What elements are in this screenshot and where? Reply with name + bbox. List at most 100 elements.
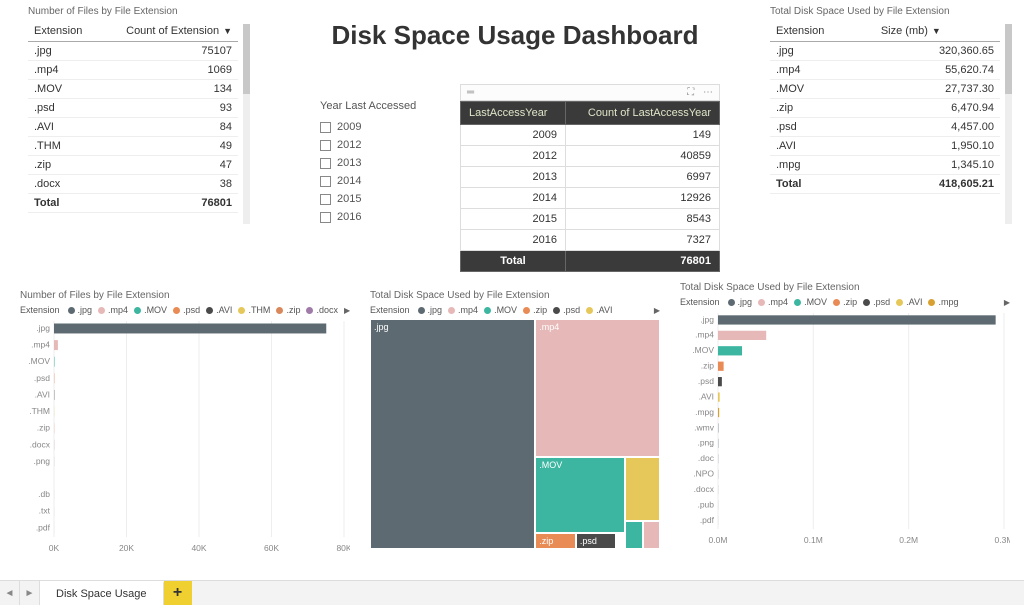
- legend-item[interactable]: .mp4: [98, 305, 128, 315]
- col-extension[interactable]: Extension: [28, 21, 99, 42]
- legend-item[interactable]: .AVI: [586, 305, 612, 315]
- checkbox[interactable]: [320, 158, 331, 169]
- tab-nav-prev[interactable]: ◄: [0, 581, 20, 605]
- checkbox[interactable]: [320, 140, 331, 151]
- svg-text:.docx: .docx: [30, 439, 51, 449]
- svg-text:40K: 40K: [191, 543, 206, 553]
- col-extension[interactable]: Extension: [770, 21, 875, 42]
- diskspace-by-extension-table[interactable]: Total Disk Space Used by File Extension …: [770, 6, 1000, 194]
- legend-item[interactable]: .mpg: [928, 297, 958, 307]
- table-row[interactable]: .THM49: [28, 137, 238, 156]
- table-row[interactable]: 201240859: [461, 146, 720, 167]
- legend-item[interactable]: .AVI: [896, 297, 922, 307]
- legend-item[interactable]: .AVI: [206, 305, 232, 315]
- scrollbar[interactable]: [1005, 24, 1012, 224]
- checkbox[interactable]: [320, 176, 331, 187]
- legend-item[interactable]: .zip: [833, 297, 857, 307]
- legend-scroll-right-icon[interactable]: ▶: [344, 306, 350, 315]
- legend-item[interactable]: .zip: [523, 305, 547, 315]
- svg-text:80K: 80K: [336, 543, 350, 553]
- add-tab-button[interactable]: +: [164, 581, 192, 605]
- total-label: Total: [770, 175, 875, 194]
- year-access-table[interactable]: ═ ⛶ ⋯ LastAccessYear Count of LastAccess…: [460, 84, 720, 272]
- files-by-extension-table[interactable]: Number of Files by File Extension Extens…: [28, 6, 238, 213]
- slicer-item[interactable]: 2014: [320, 172, 450, 190]
- table-row[interactable]: 20167327: [461, 230, 720, 251]
- diskspace-treemap[interactable]: Total Disk Space Used by File Extension …: [370, 290, 660, 549]
- total-value: 76801: [99, 194, 238, 213]
- table-row[interactable]: .MOV27,737.30: [770, 80, 1000, 99]
- files-by-extension-barchart[interactable]: Number of Files by File Extension Extens…: [20, 290, 350, 558]
- treemap-cell[interactable]: .mp4: [535, 319, 660, 457]
- legend-item[interactable]: .psd: [553, 305, 580, 315]
- tab-nav-next[interactable]: ►: [20, 581, 40, 605]
- svg-text:.mpg: .mpg: [695, 407, 714, 417]
- treemap-cell[interactable]: .jpg: [370, 319, 535, 549]
- table-row[interactable]: .AVI1,950.10: [770, 137, 1000, 156]
- diskspace-by-extension-barchart[interactable]: Total Disk Space Used by File Extension …: [680, 282, 1010, 550]
- table-row[interactable]: .zip6,470.94: [770, 99, 1000, 118]
- col-count-lastaccessyear[interactable]: Count of LastAccessYear: [565, 102, 719, 125]
- table-row[interactable]: .mp455,620.74: [770, 61, 1000, 80]
- slicer-item[interactable]: 2013: [320, 154, 450, 172]
- drag-handle-icon[interactable]: ═: [467, 87, 474, 98]
- table-row[interactable]: .psd4,457.00: [770, 118, 1000, 137]
- table-row[interactable]: .jpg320,360.65: [770, 42, 1000, 61]
- legend-item[interactable]: .docx: [306, 305, 338, 315]
- legend-item[interactable]: .jpg: [728, 297, 753, 307]
- table-row[interactable]: .mpg1,345.10: [770, 156, 1000, 175]
- svg-text:.db: .db: [38, 489, 50, 499]
- col-lastaccessyear[interactable]: LastAccessYear: [461, 102, 566, 125]
- svg-text:.png: .png: [33, 456, 50, 466]
- treemap-cell[interactable]: .psd: [576, 533, 617, 549]
- treemap-cell[interactable]: .zip: [535, 533, 576, 549]
- table-row[interactable]: .zip47: [28, 156, 238, 175]
- slicer-item[interactable]: 2016: [320, 208, 450, 226]
- table-row[interactable]: .jpg75107: [28, 42, 238, 61]
- checkbox[interactable]: [320, 194, 331, 205]
- legend-item[interactable]: .psd: [863, 297, 890, 307]
- legend-item[interactable]: .mp4: [758, 297, 788, 307]
- table-row[interactable]: 20158543: [461, 209, 720, 230]
- table-row[interactable]: .psd93: [28, 99, 238, 118]
- table-row[interactable]: 201412926: [461, 188, 720, 209]
- table-row[interactable]: 20136997: [461, 167, 720, 188]
- checkbox[interactable]: [320, 122, 331, 133]
- table-row[interactable]: .docx38: [28, 175, 238, 194]
- checkbox[interactable]: [320, 212, 331, 223]
- treemap-cell[interactable]: .MOV: [535, 457, 625, 533]
- legend-scroll-right-icon[interactable]: ▶: [1004, 298, 1010, 307]
- table-row[interactable]: 2009149: [461, 125, 720, 146]
- legend-item[interactable]: .MOV: [794, 297, 827, 307]
- legend-item[interactable]: .zip: [276, 305, 300, 315]
- legend-item[interactable]: .psd: [173, 305, 200, 315]
- svg-text:.docx: .docx: [694, 484, 715, 494]
- legend-item[interactable]: .mp4: [448, 305, 478, 315]
- legend-item[interactable]: .jpg: [418, 305, 443, 315]
- legend-item[interactable]: .MOV: [484, 305, 517, 315]
- scrollbar[interactable]: [243, 24, 250, 224]
- table-row[interactable]: .MOV134: [28, 80, 238, 99]
- sort-desc-icon: ▼: [223, 26, 232, 36]
- viz-title: Number of Files by File Extension: [20, 290, 350, 301]
- legend-scroll-right-icon[interactable]: ▶: [654, 306, 660, 315]
- more-options-icon[interactable]: ⋯: [703, 87, 713, 98]
- table-row[interactable]: .mp41069: [28, 61, 238, 80]
- treemap-cell[interactable]: [625, 521, 642, 549]
- year-slicer[interactable]: Year Last Accessed 200920122013201420152…: [320, 100, 450, 226]
- svg-text:.zip: .zip: [37, 423, 51, 433]
- treemap-cell[interactable]: [625, 457, 660, 521]
- legend-item[interactable]: .MOV: [134, 305, 167, 315]
- tab-disk-space-usage[interactable]: Disk Space Usage: [40, 581, 164, 605]
- col-count[interactable]: Count of Extension▼: [99, 21, 238, 42]
- table-row[interactable]: .AVI84: [28, 118, 238, 137]
- legend-item[interactable]: .THM: [238, 305, 270, 315]
- slicer-item[interactable]: 2009: [320, 118, 450, 136]
- slicer-item[interactable]: 2012: [320, 136, 450, 154]
- slicer-item[interactable]: 2015: [320, 190, 450, 208]
- col-size[interactable]: Size (mb)▼: [875, 21, 1000, 42]
- focus-mode-icon[interactable]: ⛶: [687, 87, 694, 98]
- treemap-cell[interactable]: [643, 521, 660, 549]
- legend-item[interactable]: .jpg: [68, 305, 93, 315]
- svg-text:.AVI: .AVI: [35, 389, 50, 399]
